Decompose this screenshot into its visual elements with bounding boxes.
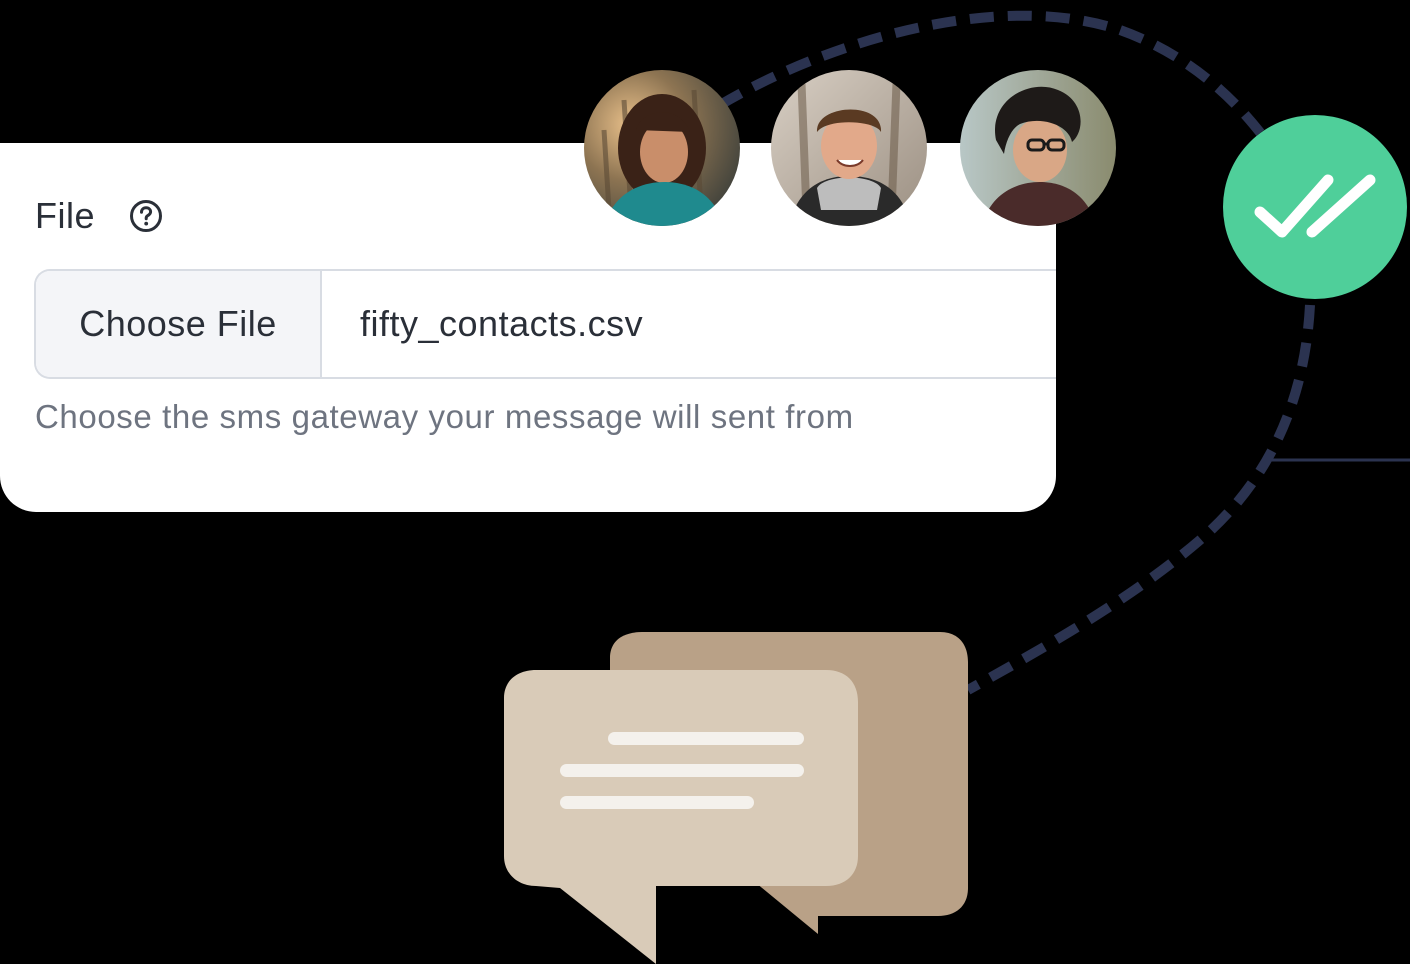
recipient-avatar-3	[960, 70, 1116, 226]
selected-file-name: fifty_contacts.csv	[360, 303, 644, 344]
question-circle-icon[interactable]	[129, 199, 163, 233]
file-label-row: File	[35, 195, 163, 237]
file-label: File	[35, 195, 96, 236]
choose-file-button[interactable]: Choose File	[36, 271, 322, 377]
double-check-icon	[1223, 115, 1407, 299]
file-input[interactable]: Choose File fifty_contacts.csv	[34, 269, 1056, 379]
recipient-avatar-1	[584, 70, 740, 226]
recipient-avatar-2	[771, 70, 927, 226]
chat-bubbles-icon	[504, 632, 968, 964]
file-help-text: Choose the sms gateway your message will…	[35, 398, 854, 435]
